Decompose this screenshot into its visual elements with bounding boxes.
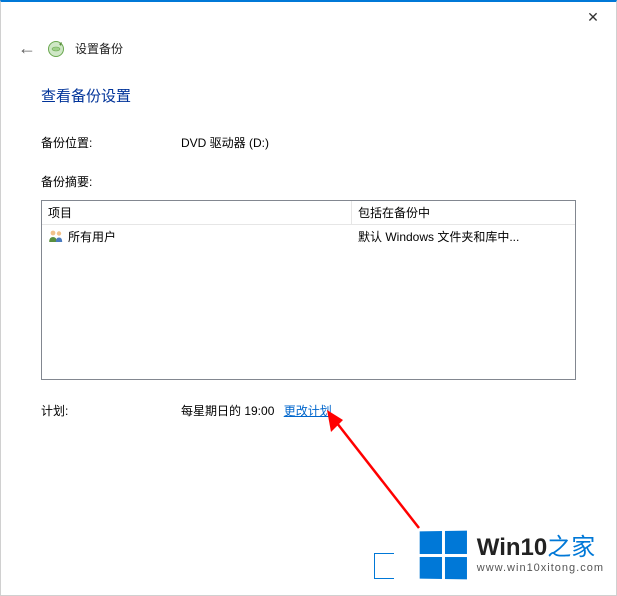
header-title: 设置备份 xyxy=(75,40,123,57)
header: ← 设置备份 xyxy=(1,32,616,67)
summary-label: 备份摘要: xyxy=(41,173,181,190)
table-body: 所有用户 默认 Windows 文件夹和库中... xyxy=(42,225,575,247)
backup-icon xyxy=(47,40,65,58)
location-row: 备份位置: DVD 驱动器 (D:) xyxy=(41,134,576,151)
summary-table: 项目 包括在备份中 所有用户 默认 Windows 文件夹和库中. xyxy=(41,200,576,380)
content: 查看备份设置 备份位置: DVD 驱动器 (D:) 备份摘要: 项目 包括在备份… xyxy=(1,67,616,419)
table-row[interactable]: 所有用户 默认 Windows 文件夹和库中... xyxy=(42,225,575,247)
titlebar: ✕ xyxy=(1,2,616,32)
row-item: 所有用户 xyxy=(68,228,116,245)
annotation-arrow xyxy=(321,410,441,550)
location-label: 备份位置: xyxy=(41,134,181,151)
dialog-button-edge[interactable] xyxy=(374,553,394,579)
close-button[interactable]: ✕ xyxy=(570,2,616,32)
watermark-url: www.win10xitong.com xyxy=(477,562,604,574)
table-header: 项目 包括在备份中 xyxy=(42,201,575,225)
schedule-label: 计划: xyxy=(41,402,181,419)
windows-logo-icon xyxy=(419,531,466,580)
col-included[interactable]: 包括在备份中 xyxy=(352,201,575,225)
watermark: Win10之家 www.win10xitong.com xyxy=(419,531,604,579)
col-item[interactable]: 项目 xyxy=(42,201,352,225)
back-button[interactable]: ← xyxy=(17,38,37,59)
change-schedule-link[interactable]: 更改计划 xyxy=(284,404,332,418)
location-value: DVD 驱动器 (D:) xyxy=(181,134,576,151)
schedule-value: 每星期日的 19:00 xyxy=(181,404,274,418)
schedule-row: 计划: 每星期日的 19:00 更改计划 xyxy=(41,402,576,419)
page-title: 查看备份设置 xyxy=(41,85,576,106)
row-included: 默认 Windows 文件夹和库中... xyxy=(352,226,575,247)
watermark-brand: Win10之家 xyxy=(477,536,604,560)
users-icon xyxy=(48,229,64,243)
summary-row: 备份摘要: xyxy=(41,173,576,190)
